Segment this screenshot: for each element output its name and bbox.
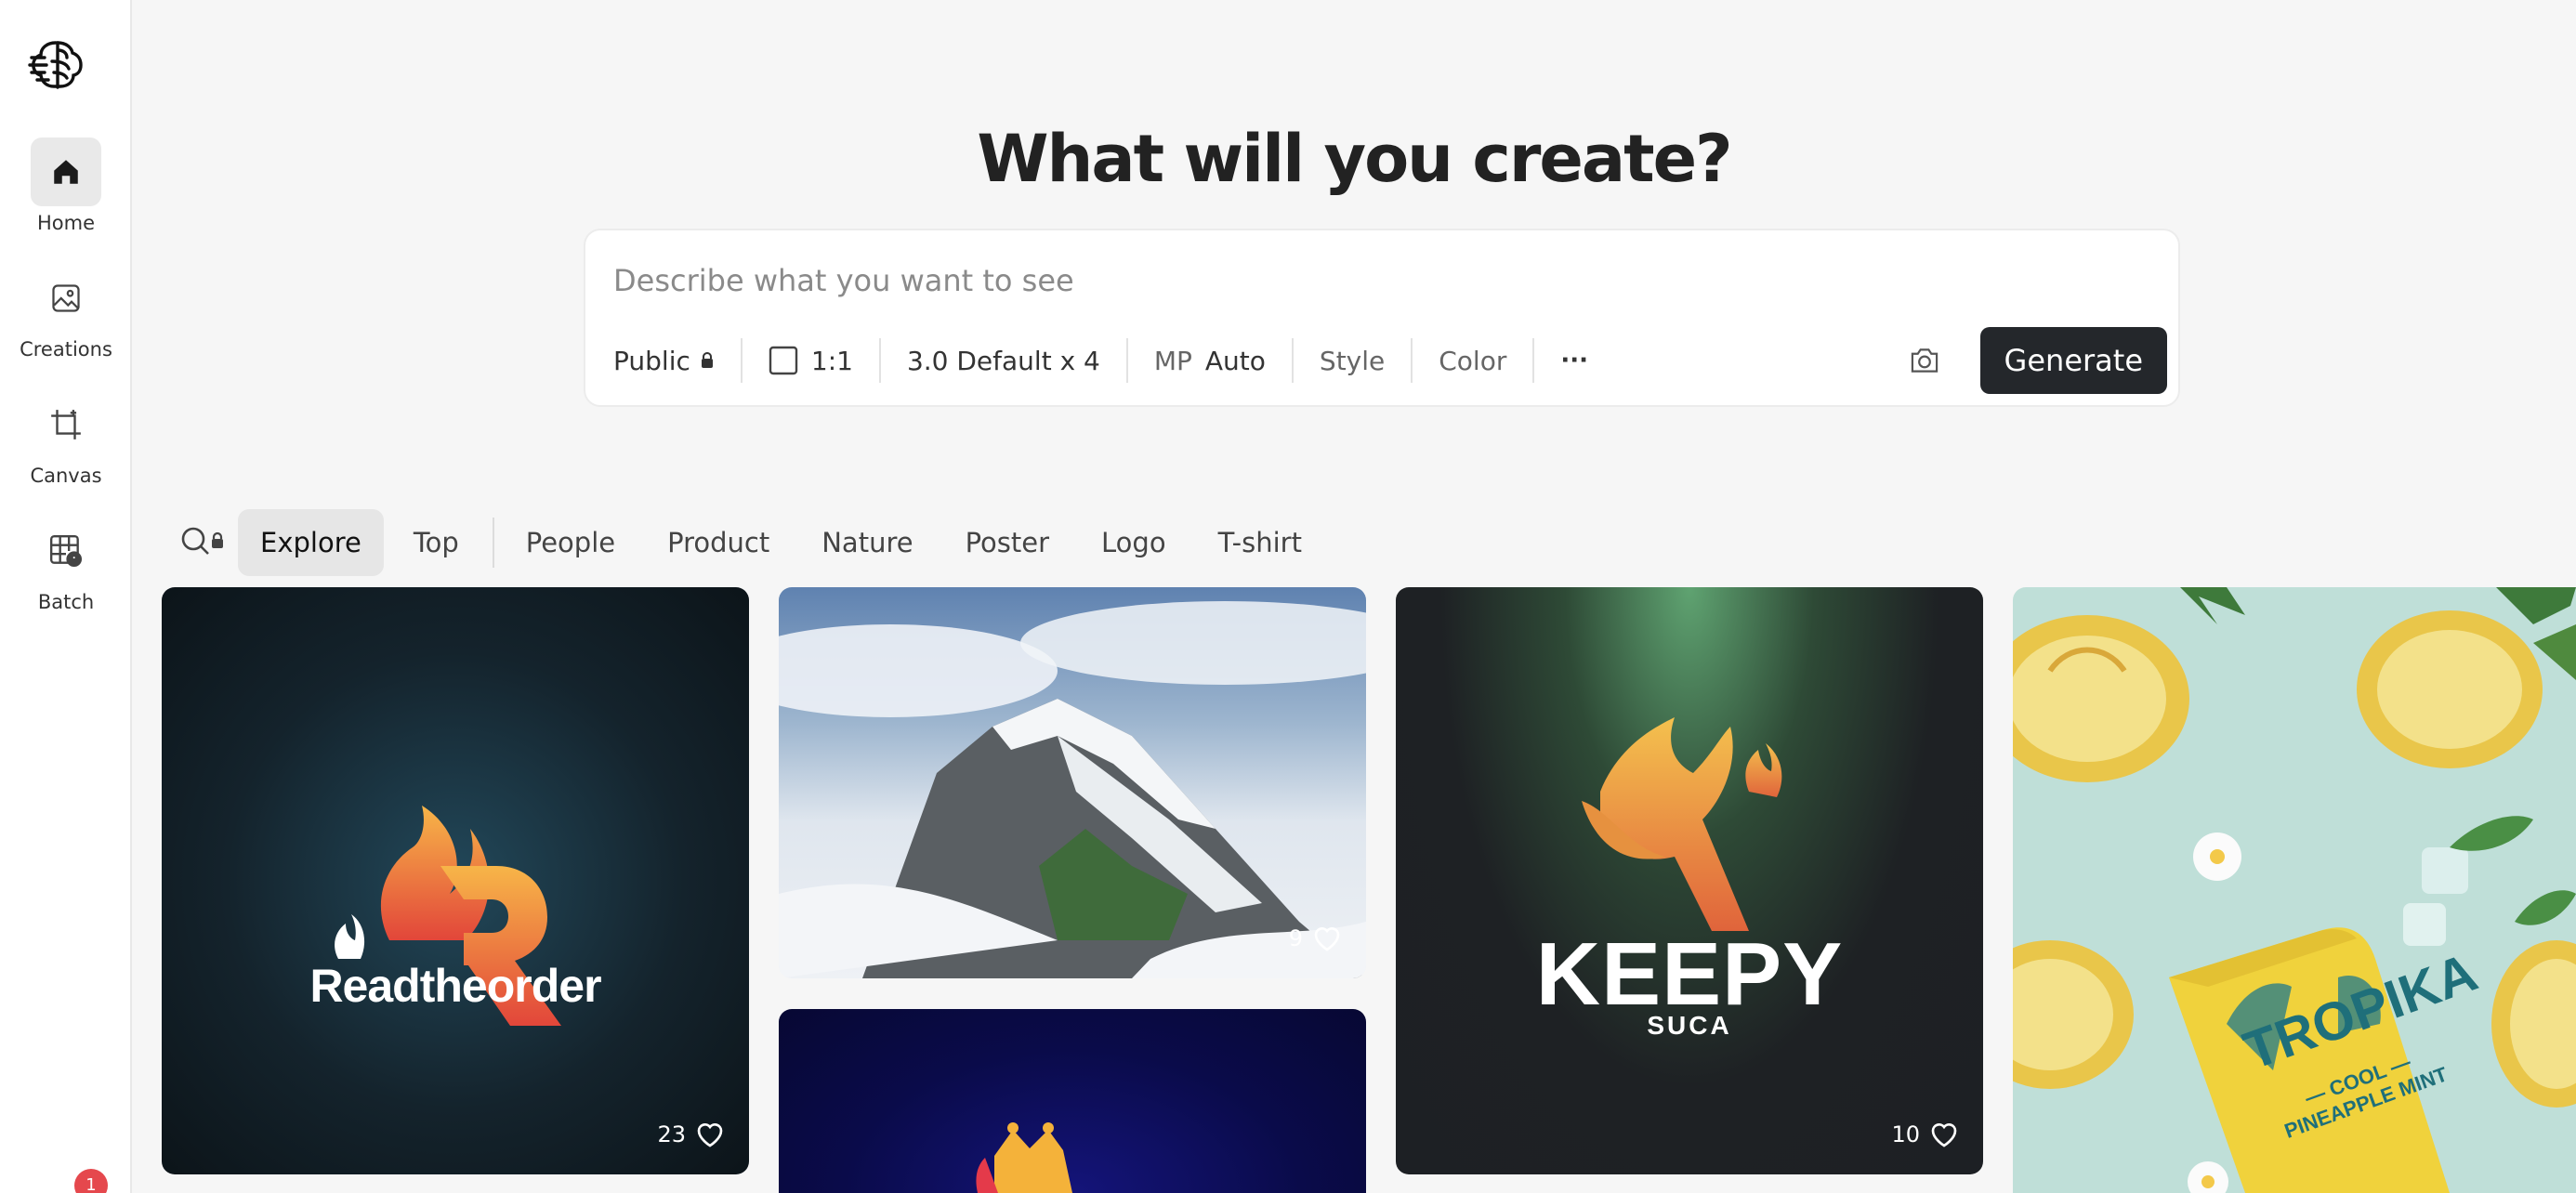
tab-poster[interactable]: Poster bbox=[943, 509, 1071, 576]
brain-logo-icon[interactable] bbox=[28, 35, 87, 95]
mountain-photo-image bbox=[779, 601, 1366, 978]
megapixel-select[interactable]: MP Auto bbox=[1128, 333, 1292, 388]
tab-product[interactable]: Product bbox=[645, 509, 792, 576]
filter-tabs: Explore Top People Product Nature Poster… bbox=[178, 509, 1332, 576]
sidebar-item-label: Home bbox=[36, 212, 95, 234]
model-label: 3.0 Default x 4 bbox=[906, 345, 1100, 376]
sidebar-item-label: Batch bbox=[37, 591, 95, 613]
tab-divider bbox=[492, 518, 494, 568]
gallery-card[interactable]: KEEPY SUCA 10 bbox=[1396, 587, 1983, 1174]
phoenix-logo-image bbox=[1582, 717, 1782, 931]
gallery-card[interactable]: TROPIKA — COOL — PINEAPPLE MINT bbox=[2013, 587, 2576, 1193]
aspect-ratio-label: 1:1 bbox=[810, 345, 853, 376]
square-icon bbox=[769, 346, 798, 375]
sidebar-item-home[interactable]: Home bbox=[0, 138, 132, 234]
gallery-card[interactable] bbox=[779, 1009, 1366, 1193]
crown-poster-image bbox=[976, 1122, 1072, 1193]
sidebar-item-canvas[interactable]: Canvas bbox=[0, 390, 132, 487]
more-options-button[interactable]: ··· bbox=[1534, 333, 1614, 388]
prompt-input[interactable] bbox=[613, 253, 2100, 308]
sidebar-item-label: Canvas bbox=[30, 465, 102, 487]
sidebar-item-label: Creations bbox=[20, 338, 112, 361]
style-button[interactable]: Style bbox=[1294, 333, 1411, 388]
likes-counter[interactable]: 9 bbox=[1289, 924, 1342, 952]
likes-count: 23 bbox=[657, 1121, 686, 1147]
likes-counter[interactable]: 10 bbox=[1891, 1121, 1959, 1148]
likes-count: 9 bbox=[1288, 925, 1303, 951]
visibility-label: Public bbox=[613, 345, 690, 376]
card-title: Readtheorder bbox=[309, 960, 601, 1012]
likes-count: 10 bbox=[1891, 1121, 1920, 1147]
search-icon[interactable] bbox=[178, 519, 232, 566]
sidebar-item-creations[interactable]: Creations bbox=[0, 264, 132, 361]
gallery-card[interactable]: 9 bbox=[779, 587, 1366, 978]
flame-r-logo-image bbox=[335, 806, 561, 1026]
sidebar: Home Creations Canvas Batch 1 bbox=[0, 0, 132, 1193]
batch-icon bbox=[31, 517, 101, 585]
tab-nature[interactable]: Nature bbox=[799, 509, 935, 576]
tab-explore[interactable]: Explore bbox=[238, 509, 384, 576]
camera-icon[interactable] bbox=[1908, 346, 1941, 375]
lock-icon bbox=[700, 351, 715, 370]
crop-icon bbox=[31, 390, 101, 459]
sidebar-item-batch[interactable]: Batch bbox=[0, 517, 132, 613]
home-icon bbox=[31, 138, 101, 206]
tab-tshirt[interactable]: T-shirt bbox=[1196, 509, 1324, 576]
page-title: What will you create? bbox=[977, 121, 1732, 197]
tab-logo[interactable]: Logo bbox=[1079, 509, 1189, 576]
heart-icon bbox=[1929, 1121, 1959, 1148]
mp-value: Auto bbox=[1204, 345, 1266, 376]
heart-icon bbox=[1312, 924, 1342, 952]
card-subtitle: SUCA bbox=[1647, 1011, 1732, 1040]
notification-badge[interactable]: 1 bbox=[74, 1169, 108, 1193]
generate-button[interactable]: Generate bbox=[1979, 327, 2167, 394]
model-select[interactable]: 3.0 Default x 4 bbox=[881, 333, 1126, 388]
prompt-toolbar: Public 1:1 3.0 Default x 4 MP Auto Style… bbox=[613, 327, 2167, 394]
prompt-panel: Public 1:1 3.0 Default x 4 MP Auto Style… bbox=[584, 229, 2180, 407]
likes-counter[interactable]: 23 bbox=[657, 1121, 725, 1148]
aspect-ratio-select[interactable]: 1:1 bbox=[743, 333, 879, 388]
color-button[interactable]: Color bbox=[1413, 333, 1532, 388]
tab-top[interactable]: Top bbox=[391, 509, 481, 576]
mp-label: MP bbox=[1153, 345, 1192, 376]
gallery-card[interactable]: Readtheorder 23 bbox=[162, 587, 749, 1174]
visibility-toggle[interactable]: Public bbox=[613, 333, 741, 388]
heart-icon bbox=[695, 1121, 725, 1148]
tab-people[interactable]: People bbox=[504, 509, 637, 576]
image-icon bbox=[31, 264, 101, 333]
